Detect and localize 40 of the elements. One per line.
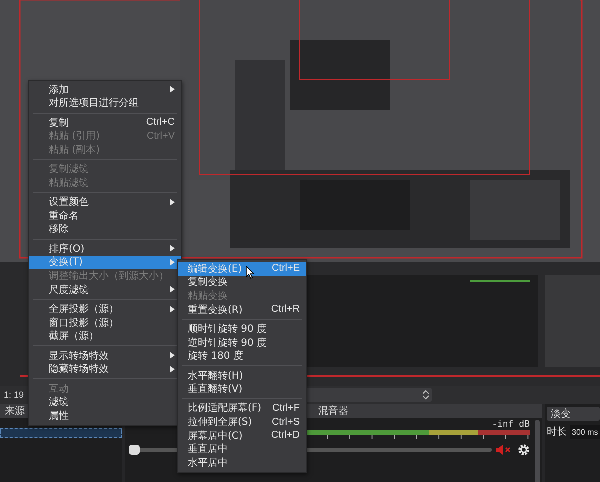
- menu-item[interactable]: 窗口投影（源）: [29, 316, 181, 330]
- scrollbar[interactable]: [535, 420, 540, 482]
- menu-item[interactable]: 重命名: [29, 209, 181, 223]
- transition-dropdown[interactable]: 淡变: [547, 407, 600, 421]
- menu-item[interactable]: 尺度滤镜: [29, 282, 181, 296]
- dock-title: 混音器: [318, 404, 348, 418]
- menu-item[interactable]: 隐藏转场特效: [29, 362, 181, 376]
- menu-item[interactable]: 屏幕居中(C) Ctrl+D: [178, 428, 306, 442]
- dock-title: 来源: [5, 404, 25, 418]
- menu-item[interactable]: 比例适配屏幕(F) Ctrl+F: [178, 402, 306, 416]
- menu-item[interactable]: 旋转 180 度: [178, 349, 306, 363]
- source-row[interactable]: [0, 428, 122, 438]
- menu-item[interactable]: 垂直翻转(V): [178, 382, 306, 396]
- menu-item[interactable]: 复制变换: [178, 276, 306, 290]
- menu-item[interactable]: 添加: [29, 83, 181, 97]
- menu-item[interactable]: 全屏投影（源）: [29, 302, 181, 316]
- cursor-icon: [246, 266, 255, 279]
- menu-item[interactable]: 移除: [29, 222, 181, 236]
- spinner-icon: [423, 390, 429, 400]
- settings-icon[interactable]: [518, 444, 530, 456]
- menu-item[interactable]: 滤镜: [29, 395, 181, 409]
- menu-item[interactable]: 对所选项目进行分组: [29, 96, 181, 110]
- scene-label: 1: 19: [4, 390, 24, 400]
- duration-label: 时长: [547, 426, 567, 439]
- menu-item[interactable]: 显示转场特效: [29, 348, 181, 362]
- menu-item[interactable]: 水平居中: [178, 456, 306, 470]
- duration-field[interactable]: 300 ms: [570, 425, 600, 439]
- menu-item[interactable]: 拉伸到全屏(S) Ctrl+S: [178, 415, 306, 429]
- menu-item[interactable]: 设置颜色: [29, 196, 181, 210]
- menu-item[interactable]: 逆时针旋转 90 度: [178, 336, 306, 350]
- volume-reading: -inf dB: [492, 420, 530, 430]
- menu-item[interactable]: 垂直居中: [178, 442, 306, 456]
- menu-item[interactable]: 水平翻转(H): [178, 368, 306, 382]
- menu-item[interactable]: 顺时针旋转 90 度: [178, 322, 306, 336]
- menu-item[interactable]: 复制 Ctrl+C: [29, 116, 181, 130]
- menu-item[interactable]: 截屏（源）: [29, 329, 181, 343]
- menu-item[interactable]: 排序(O): [29, 242, 181, 256]
- menu-item[interactable]: 属性: [29, 408, 181, 423]
- menu-item[interactable]: 重置变换(R) Ctrl+R: [178, 302, 306, 316]
- slider-thumb[interactable]: [129, 445, 140, 455]
